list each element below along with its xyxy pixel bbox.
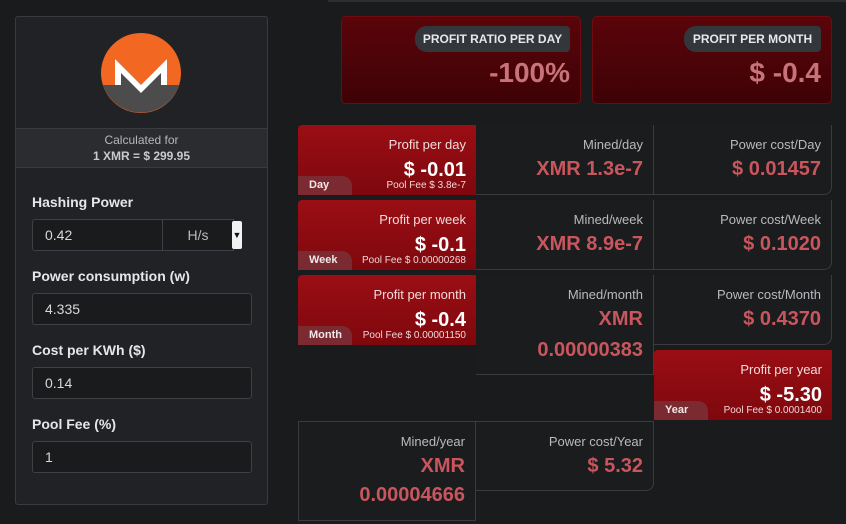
mined-month-cell: Mined/month XMR 0.00000383: [476, 275, 654, 375]
power-cost-week-cell: Power cost/Week $ 0.1020: [654, 200, 832, 270]
mined-year-unit: XMR: [420, 455, 465, 477]
profit-month-row-label: Profit per month: [373, 287, 467, 302]
period-tag-week: Week: [298, 251, 352, 270]
hashing-power-input[interactable]: 0.42: [32, 219, 163, 251]
mined-year-value: 0.00004666: [359, 484, 465, 506]
profit-week-value: $ -0.1: [414, 234, 466, 256]
mined-week-label: Mined/week: [573, 212, 643, 227]
mined-day-cell: Mined/day XMR 1.3e-7: [476, 125, 654, 195]
hashing-power-label: Hashing Power: [32, 194, 134, 210]
caret-down-icon[interactable]: ▼: [232, 221, 242, 249]
period-tag-year: Year: [654, 401, 708, 420]
period-tag-month: Month: [298, 326, 352, 345]
rate-label: Calculated for: [104, 133, 179, 147]
power-cost-month-value: $ 0.4370: [743, 308, 821, 330]
calculator-panel: Calculated for 1 XMR = $ 299.95 Hashing …: [15, 16, 268, 505]
period-tag-day: Day: [298, 176, 352, 195]
power-cost-year-label: Power cost/Year: [548, 434, 643, 449]
mined-month-unit: XMR: [598, 308, 643, 330]
profit-year-label: Profit per year: [740, 362, 822, 377]
power-consumption-input[interactable]: 4.335: [32, 293, 252, 325]
cost-per-kwh-label: Cost per KWh ($): [32, 342, 146, 358]
pool-fee-week: Pool Fee $ 0.00000268: [362, 255, 466, 266]
profit-year-value: $ -5.30: [759, 384, 822, 406]
power-cost-year-value: $ 5.32: [587, 455, 643, 477]
profit-week-label: Profit per week: [379, 212, 466, 227]
mined-month-label: Mined/month: [567, 287, 643, 302]
hashrate-unit-select[interactable]: H/s: [162, 219, 234, 251]
top-divider: [328, 0, 846, 2]
mined-day-value: XMR 1.3e-7: [536, 158, 643, 180]
pool-fee-input[interactable]: 1: [32, 441, 252, 473]
profit-month-row-card: Profit per month $ -0.4 Pool Fee $ 0.000…: [298, 275, 476, 345]
profit-year-card: Profit per year $ -5.30 Pool Fee $ 0.000…: [654, 350, 832, 420]
power-cost-day-label: Power cost/Day: [729, 137, 821, 152]
profit-month-row-value: $ -0.4: [414, 309, 466, 331]
profit-day-value: $ -0.01: [403, 159, 466, 181]
pool-fee-month: Pool Fee $ 0.00001150: [362, 330, 466, 341]
rate-value: 1 XMR = $ 299.95: [92, 149, 191, 163]
power-cost-month-label: Power cost/Month: [716, 287, 821, 302]
profit-month-label: PROFIT PER MONTH: [684, 26, 821, 52]
profit-day-card: Profit per day $ -0.01 Pool Fee $ 3.8e-7…: [298, 125, 476, 195]
mined-week-value: XMR 8.9e-7: [536, 233, 643, 255]
profit-month-value: $ -0.4: [749, 57, 821, 88]
power-cost-year-cell: Power cost/Year $ 5.32: [476, 421, 654, 491]
power-consumption-label: Power consumption (w): [32, 268, 190, 284]
mined-day-label: Mined/day: [583, 137, 643, 152]
profit-ratio-value: -100%: [489, 57, 570, 88]
mined-week-cell: Mined/week XMR 8.9e-7: [476, 200, 654, 270]
mined-year-cell: Mined/year XMR 0.00004666: [298, 421, 476, 521]
profit-week-card: Profit per week $ -0.1 Pool Fee $ 0.0000…: [298, 200, 476, 270]
power-cost-week-value: $ 0.1020: [743, 233, 821, 255]
power-cost-month-cell: Power cost/Month $ 0.4370: [654, 275, 832, 345]
mined-year-label: Mined/year: [400, 434, 465, 449]
profit-ratio-card: PROFIT RATIO PER DAY -100%: [341, 16, 581, 104]
power-cost-day-cell: Power cost/Day $ 0.01457: [654, 125, 832, 195]
mined-month-value: 0.00000383: [537, 339, 643, 361]
profit-day-label: Profit per day: [388, 137, 466, 152]
rate-bar: Calculated for 1 XMR = $ 299.95: [16, 128, 267, 168]
cost-per-kwh-input[interactable]: 0.14: [32, 367, 252, 399]
pool-fee-year: Pool Fee $ 0.0001400: [723, 405, 822, 416]
profit-month-card: PROFIT PER MONTH $ -0.4: [592, 16, 832, 104]
power-cost-day-value: $ 0.01457: [732, 158, 821, 180]
profit-ratio-label: PROFIT RATIO PER DAY: [415, 26, 570, 52]
power-cost-week-label: Power cost/Week: [720, 212, 821, 227]
monero-logo-icon: [101, 33, 181, 113]
pool-fee-day: Pool Fee $ 3.8e-7: [386, 180, 467, 191]
pool-fee-label: Pool Fee (%): [32, 416, 117, 432]
